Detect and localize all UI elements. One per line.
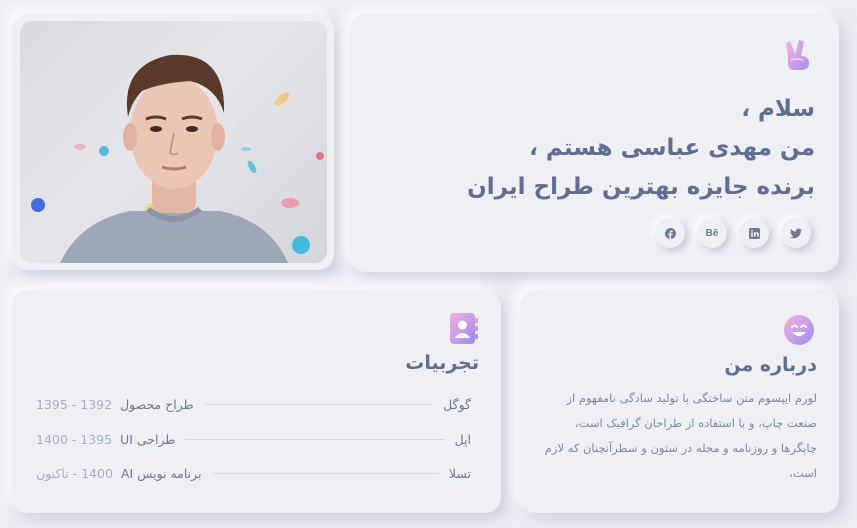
intro-greeting: سلام ،	[741, 96, 815, 122]
experience-company: اپل	[454, 431, 471, 447]
linkedin-icon	[748, 227, 760, 239]
twitter-button[interactable]	[781, 218, 811, 248]
twitter-icon	[790, 228, 802, 238]
experience-row: اپل طراحی UI 1395 - 1400	[36, 429, 471, 449]
experience-years: 1400 - تاکنون	[36, 465, 113, 481]
experience-row: تسلا برنامه نویس AI 1400 - تاکنون	[36, 463, 471, 483]
experience-years: 1395 - 1400	[36, 431, 113, 447]
profile-photo	[20, 21, 327, 263]
intro-name: من مهدی عباسی هستم ،	[529, 135, 815, 161]
experiences-card: تجربیات گوگل طراح محصول 1392 - 1395 اپل …	[12, 290, 501, 513]
experiences-title: تجربیات	[405, 352, 479, 374]
experience-company: تسلا	[448, 465, 471, 481]
profile-photo-card	[12, 14, 334, 270]
experience-divider	[211, 472, 439, 474]
experience-company: گوگل	[443, 396, 471, 412]
experience-role: طراحی UI	[120, 431, 176, 447]
behance-icon: Bē	[705, 227, 719, 239]
experience-role: طراح محصول	[120, 396, 194, 412]
profile-photo-illustration	[31, 54, 324, 263]
intro-heading: سلام ، من مهدی عباسی هستم ، برنده جایزه …	[375, 90, 815, 207]
about-description: لورم ایپسوم متن ساختگی با تولید سادگی نا…	[544, 391, 817, 480]
smiling-face-icon	[783, 314, 815, 346]
experience-row: گوگل طراح محصول 1392 - 1395	[36, 394, 471, 414]
intro-card: سلام ، من مهدی عباسی هستم ، برنده جایزه …	[350, 14, 839, 272]
linkedin-button[interactable]	[739, 218, 769, 248]
experience-years: 1392 - 1395	[36, 396, 113, 412]
experience-divider	[203, 403, 434, 405]
experience-divider	[185, 438, 445, 440]
contact-book-icon	[449, 312, 479, 346]
behance-button[interactable]: Bē	[697, 218, 727, 248]
experience-role: برنامه نویس AI	[120, 465, 202, 481]
about-title: درباره من	[724, 354, 817, 376]
about-card: درباره من لورم ایپسوم متن ساختگی با تولی…	[520, 290, 839, 513]
facebook-button[interactable]	[655, 218, 685, 248]
intro-award: برنده جایزه بهترین طراح ایران	[467, 174, 815, 200]
facebook-icon	[664, 227, 676, 239]
victory-hand-icon	[781, 38, 815, 72]
social-links: Bē	[655, 218, 811, 248]
